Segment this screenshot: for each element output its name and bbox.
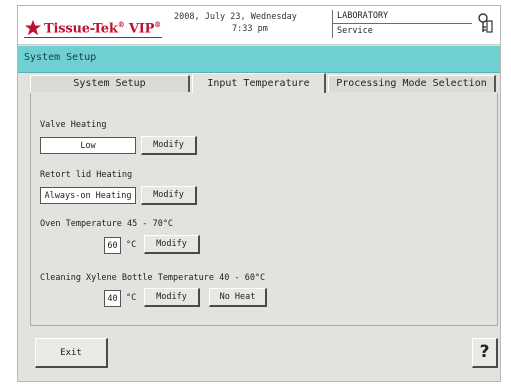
- oven-temperature-modify-button[interactable]: Modify: [144, 235, 200, 254]
- cleaning-xylene-modify-button[interactable]: Modify: [144, 288, 200, 307]
- cleaning-xylene-input[interactable]: 40: [104, 290, 121, 307]
- tab-processing-mode-selection[interactable]: Processing Mode Selection: [328, 75, 496, 92]
- tab-bar: System Setup Input Temperature Processin…: [18, 73, 500, 94]
- logo: Tissue-Tek® VIP®: [24, 18, 161, 38]
- tab-input-temperature[interactable]: Input Temperature: [192, 73, 326, 94]
- cleaning-xylene-label: Cleaning Xylene Bottle Temperature 40 - …: [40, 273, 266, 283]
- header: Tissue-Tek® VIP® 2008, July 23, Wednesda…: [18, 6, 500, 45]
- retort-lid-heating-label: Retort lid Heating: [40, 170, 133, 180]
- oven-temperature-label: Oven Temperature 45 - 70°C: [40, 219, 174, 229]
- title-bar: System Setup: [18, 46, 500, 73]
- oven-temperature-input[interactable]: 60: [104, 237, 121, 254]
- logo-text: Tissue-Tek® VIP®: [44, 19, 161, 37]
- star-logo-icon: [24, 19, 42, 36]
- valve-heating-label: Valve Heating: [40, 120, 107, 130]
- keys-icon[interactable]: [476, 12, 494, 34]
- oven-temperature-unit: °C: [126, 240, 137, 250]
- app-window: Tissue-Tek® VIP® 2008, July 23, Wednesda…: [17, 5, 501, 382]
- cleaning-xylene-no-heat-button[interactable]: No Heat: [209, 288, 267, 307]
- cleaning-xylene-unit: °C: [126, 293, 137, 303]
- time-text: 7:33 pm: [232, 24, 268, 34]
- date-text: 2008, July 23, Wednesday: [174, 12, 297, 22]
- retort-lid-heating-value: Always-on Heating: [40, 187, 136, 204]
- logo-underline: [24, 37, 162, 38]
- user-level: Service: [337, 26, 373, 36]
- valve-heating-value: Low: [40, 137, 136, 154]
- help-button[interactable]: ?: [472, 338, 498, 368]
- exit-button[interactable]: Exit: [35, 338, 108, 368]
- settings-panel: Valve Heating Low Modify Retort lid Heat…: [30, 93, 498, 326]
- user-box: LABORATORY Service: [332, 10, 472, 38]
- page-title: System Setup: [24, 52, 97, 63]
- valve-heating-modify-button[interactable]: Modify: [141, 136, 197, 155]
- retort-lid-heating-modify-button[interactable]: Modify: [141, 186, 197, 205]
- user-role: LABORATORY: [337, 11, 389, 21]
- tab-system-setup[interactable]: System Setup: [30, 75, 190, 92]
